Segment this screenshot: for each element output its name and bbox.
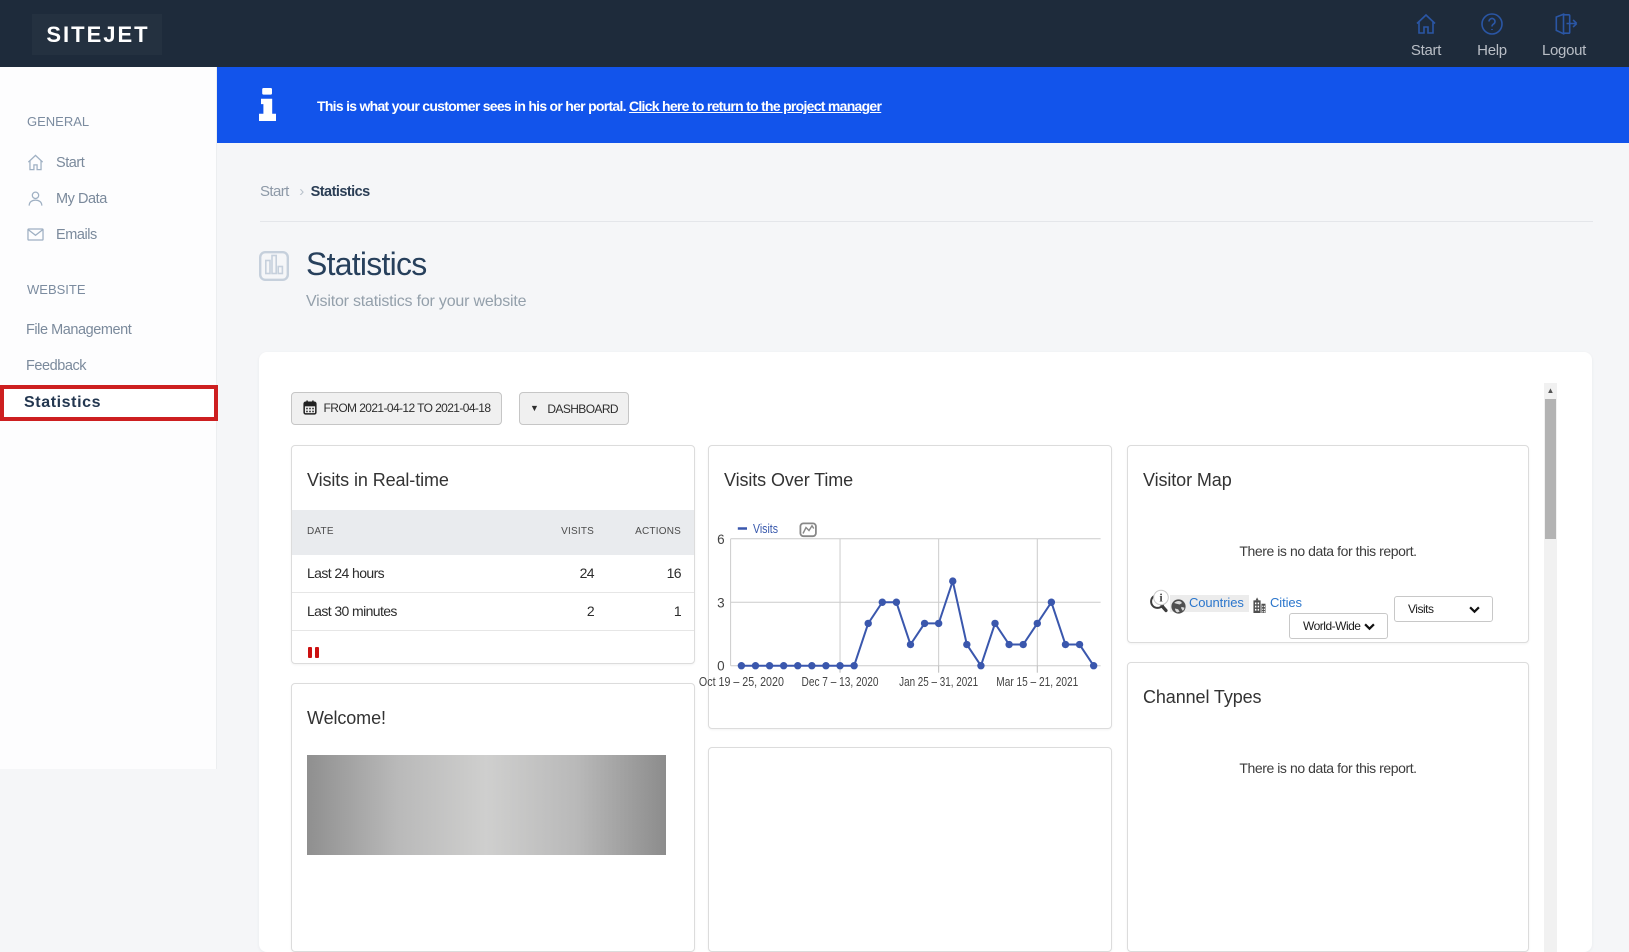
svg-text:Oct 19 – 25, 2020: Oct 19 – 25, 2020	[699, 674, 784, 689]
svg-text:6: 6	[717, 532, 725, 547]
svg-text:Dec 7 – 13, 2020: Dec 7 – 13, 2020	[802, 674, 879, 689]
svg-text:Mar 15 – 21, 2021: Mar 15 – 21, 2021	[996, 674, 1078, 689]
svg-text:Visits: Visits	[753, 522, 778, 536]
svg-text:3: 3	[717, 595, 725, 610]
svg-text:0: 0	[717, 659, 725, 674]
svg-text:Jan 25 – 31, 2021: Jan 25 – 31, 2021	[899, 674, 978, 689]
